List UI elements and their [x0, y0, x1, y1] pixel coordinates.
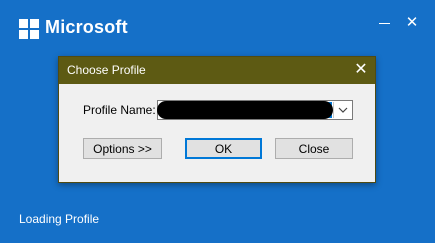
close-icon[interactable]: ✕: [403, 14, 421, 32]
dialog-titlebar[interactable]: Choose Profile ✕: [59, 57, 375, 84]
close-button[interactable]: Close: [275, 138, 353, 159]
choose-profile-dialog: Choose Profile ✕ Profile Name: Options >…: [58, 56, 376, 183]
options-button[interactable]: Options >>: [83, 138, 162, 159]
brand-title: Microsoft: [45, 17, 128, 37]
minimize-icon[interactable]: [376, 14, 394, 32]
dialog-close-icon[interactable]: ✕: [352, 61, 370, 79]
ok-button[interactable]: OK: [185, 138, 262, 159]
microsoft-logo-icon: [19, 19, 39, 39]
chevron-down-icon[interactable]: [333, 102, 351, 118]
redaction-mark: [157, 101, 333, 119]
profile-name-label: Profile Name:: [83, 103, 156, 117]
status-text: Loading Profile: [19, 212, 100, 226]
dialog-title: Choose Profile: [67, 63, 146, 77]
